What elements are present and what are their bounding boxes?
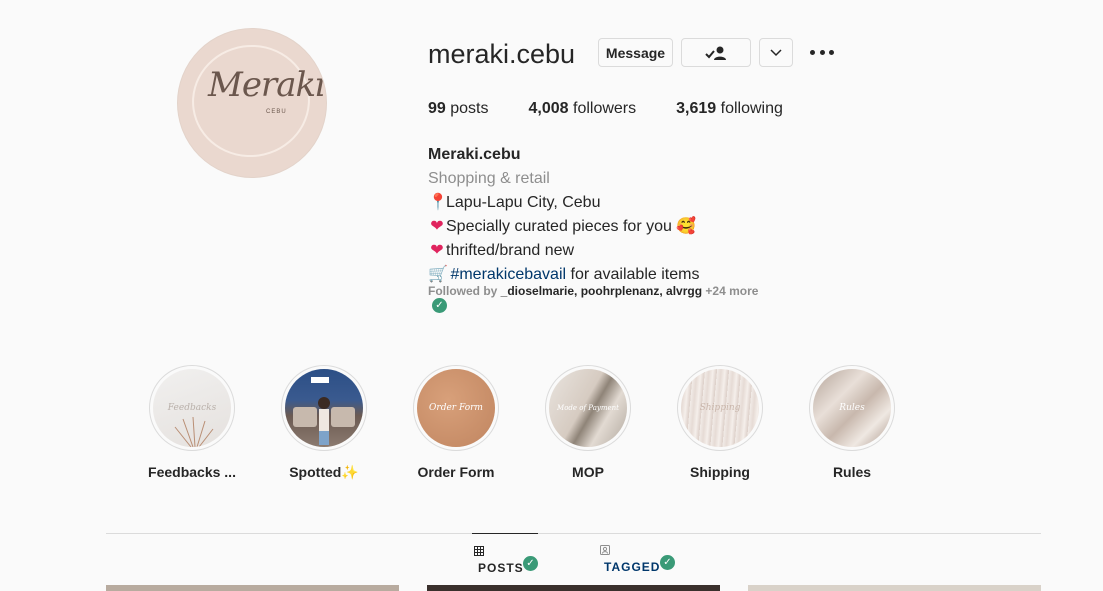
tabs-divider [106, 533, 1041, 534]
profile-bio: Meraki.cebu Shopping & retail 📍Lapu-Lapu… [428, 143, 699, 287]
highlight-order-form[interactable]: Order Form Order Form [406, 365, 506, 480]
highlight-cover: Feedbacks [153, 369, 231, 447]
suggested-dropdown-button[interactable] [759, 38, 793, 67]
message-button[interactable]: Message [598, 38, 673, 67]
smiling-hearts-icon: 🥰 [676, 218, 697, 235]
check-badge-icon: ✓ [432, 298, 447, 313]
following-link[interactable]: 3,619 following [676, 99, 783, 119]
highlight-spotted[interactable]: Spotted✨ [274, 365, 374, 481]
highlight-shipping[interactable]: Shipping Shipping [670, 365, 770, 480]
highlight-label: MOP [572, 464, 604, 480]
bio-line-location: 📍Lapu-Lapu City, Cebu [428, 191, 699, 215]
check-badge-icon: ✓ [660, 555, 675, 570]
grid-icon [474, 546, 484, 556]
highlight-label: Shipping [690, 464, 750, 480]
check-badge-icon: ✓ [523, 556, 538, 571]
posts-count: 99 posts [428, 100, 489, 117]
more-dot [819, 49, 825, 55]
person-check-icon [705, 46, 726, 60]
highlight-cover: Order Form [417, 369, 495, 447]
highlight-cover-photo [285, 369, 363, 447]
bio-line-curated: ❤ Specially curated pieces for you 🥰 [428, 215, 699, 239]
highlight-feedbacks[interactable]: Feedbacks Feedbacks ... [142, 365, 242, 480]
post-thumbnail[interactable] [748, 585, 1041, 591]
tab-posts[interactable]: POSTS ✓ [472, 533, 538, 591]
highlight-label: Rules [832, 464, 872, 480]
profile-username: meraki.cebu [428, 39, 576, 69]
profile-stats: 99 posts 4,008 followers 3,619 following [428, 99, 823, 119]
highlight-rules[interactable]: Rules Rules [802, 365, 902, 480]
heart-icon: ❤ [430, 218, 444, 235]
heart-icon: ❤ [430, 242, 444, 259]
highlight-mop[interactable]: Mode of Payment MOP [538, 365, 638, 480]
post-thumbnail[interactable] [427, 585, 720, 591]
profile-avatar[interactable]: Meraki CEBU [177, 28, 327, 178]
highlight-cover: Mode of Payment [549, 369, 627, 447]
following-button[interactable] [681, 38, 751, 67]
more-dot [829, 49, 834, 55]
more-dot [810, 49, 815, 55]
tab-tagged-label: TAGGED [604, 560, 661, 574]
pin-icon: 📍 [428, 194, 448, 211]
tab-tagged[interactable]: TAGGED ✓ [598, 533, 678, 591]
highlight-label: Spotted✨ [289, 464, 359, 480]
more-options-icon[interactable] [810, 42, 834, 62]
followers-link[interactable]: 4,008 followers [529, 99, 637, 119]
tagged-icon [600, 545, 610, 555]
bio-name: Meraki.cebu [428, 146, 521, 163]
chevron-down-icon [770, 48, 782, 56]
highlight-label: Order Form [417, 464, 495, 480]
avatar-logo-subtext: CEBU [266, 109, 287, 115]
highlight-cover: Rules [813, 369, 891, 447]
followed-by[interactable]: Followed by _dioselmarie, poohrplenanz, … [428, 284, 758, 298]
avatar-logo-text: Meraki [208, 65, 326, 105]
tab-posts-label: POSTS [478, 561, 524, 575]
highlight-label: Feedbacks ... [148, 464, 236, 480]
post-thumbnail[interactable] [106, 585, 399, 591]
hashtag-link[interactable]: #merakicebavail [450, 266, 566, 283]
bio-category: Shopping & retail [428, 170, 550, 187]
bio-line-thrifted: ❤ thrifted/brand new [428, 239, 699, 263]
highlight-cover: Shipping [681, 369, 759, 447]
story-highlights: Feedbacks Feedbacks ... Spotted✨ Order F… [0, 365, 1103, 485]
